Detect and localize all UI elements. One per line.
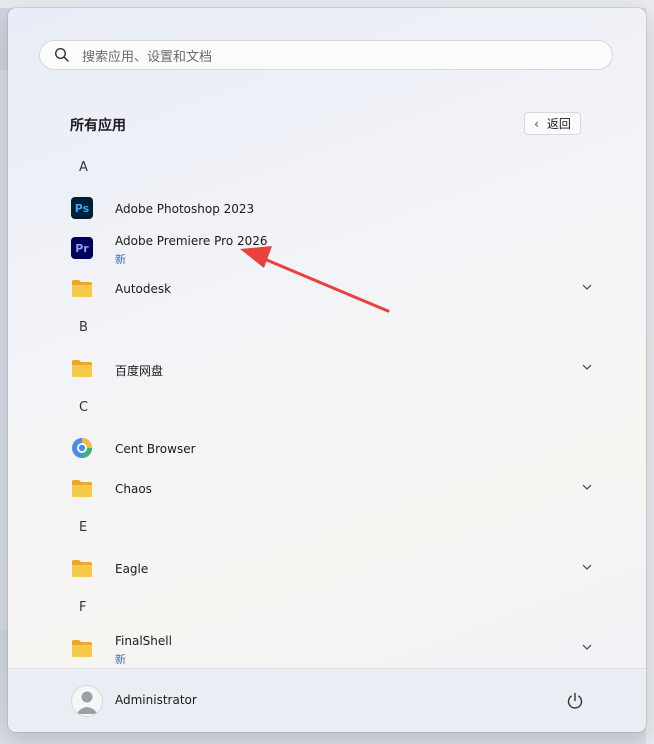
app-item-premiere[interactable]: Pr Adobe Premiere Pro 2026 新 [63,229,593,269]
folder-icon [72,560,92,577]
new-badge: 新 [115,653,126,666]
search-placeholder: 搜索应用、设置和文档 [82,49,213,65]
app-item-baidu[interactable]: 百度网盘 [63,349,593,389]
folder-icon [72,480,92,497]
user-avatar[interactable] [71,685,103,717]
folder-icon [72,280,92,297]
back-button[interactable]: ‹ 返回 [524,112,581,135]
letter-header-e[interactable]: E [79,520,87,535]
letter-header-b[interactable]: B [79,320,88,335]
desktop-background-right [646,0,654,744]
start-menu: 搜索应用、设置和文档 所有应用 ‹ 返回 A Ps Adobe Photosho… [8,8,646,732]
app-name: 百度网盘 [115,364,164,378]
app-item-cent-browser[interactable]: Cent Browser [63,429,593,469]
chevron-down-icon[interactable] [581,561,593,573]
photoshop-icon: Ps [71,197,93,219]
app-item-finalshell[interactable]: FinalShell 新 [63,629,593,669]
letter-header-f[interactable]: F [79,600,86,615]
premiere-icon: Pr [71,237,93,259]
chevron-left-icon: ‹ [534,116,539,131]
letter-header-c[interactable]: C [79,400,88,415]
app-item-photoshop[interactable]: Ps Adobe Photoshop 2023 [63,189,593,229]
app-name: Adobe Premiere Pro 2026 [115,234,268,248]
all-apps-title: 所有应用 [70,118,126,134]
app-name: Cent Browser [115,442,196,456]
desktop-background [0,0,654,8]
app-name: FinalShell [115,634,172,648]
app-name: Chaos [115,482,152,496]
app-item-chaos[interactable]: Chaos [63,469,593,509]
chevron-down-icon[interactable] [581,481,593,493]
desktop-background-left [0,70,8,630]
user-name[interactable]: Administrator [115,693,197,707]
new-badge: 新 [115,253,126,266]
back-button-label: 返回 [546,117,571,131]
search-box[interactable]: 搜索应用、设置和文档 [39,40,613,70]
cent-browser-icon [72,438,92,458]
folder-icon [72,640,92,657]
app-name: Adobe Photoshop 2023 [115,202,255,216]
app-item-eagle[interactable]: Eagle [63,549,593,589]
chevron-down-icon[interactable] [581,641,593,653]
folder-icon [72,360,92,377]
start-footer: Administrator [8,668,646,732]
chevron-down-icon[interactable] [581,281,593,293]
app-name: Eagle [115,562,149,576]
app-item-autodesk[interactable]: Autodesk [63,269,593,309]
app-name: Autodesk [115,282,172,296]
letter-header-a[interactable]: A [79,160,88,175]
chevron-down-icon[interactable] [581,361,593,373]
search-icon [54,47,69,62]
user-icon [76,691,98,714]
power-icon[interactable] [565,691,585,711]
